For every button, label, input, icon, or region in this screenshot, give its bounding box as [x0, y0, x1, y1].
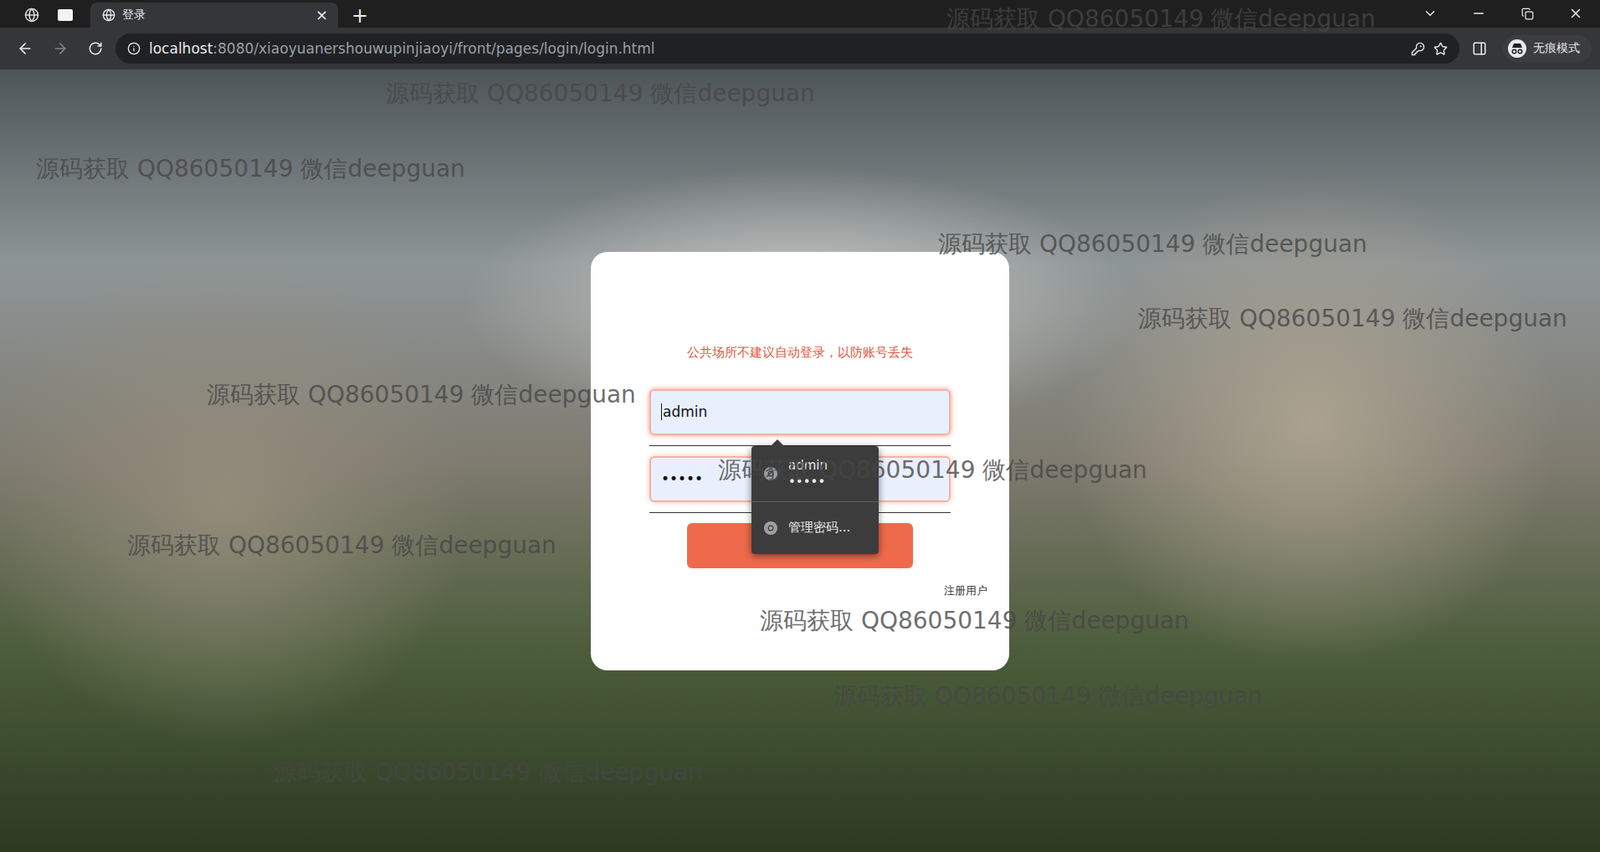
tab-search-button[interactable] [1405, 0, 1455, 26]
watermark: 源码获取 QQ86050149 微信deepguan [938, 230, 1368, 259]
watermark: 源码获取 QQ86050149 微信deepguan [1138, 304, 1568, 334]
tab-label: 登录 [122, 7, 309, 23]
autofill-entry[interactable]: admin••••• [751, 446, 879, 503]
side-panel-button[interactable] [1464, 33, 1495, 64]
back-button[interactable] [10, 33, 41, 64]
manage-passwords[interactable]: 管理密码... [751, 502, 879, 554]
chevron-down-icon [1422, 5, 1438, 21]
page-icon [57, 9, 73, 21]
popup-arrow [769, 439, 785, 447]
tab-strip: 登录 × + [0, 0, 1600, 28]
text-caret [661, 403, 662, 421]
reload-icon [87, 41, 103, 57]
toolbar: localhost:8080/xiaoyuanershouwupinjiaoyi… [0, 27, 1600, 70]
url: localhost:8080/xiaoyuanershouwupinjiaoyi… [148, 40, 1403, 57]
globe-icon [102, 8, 116, 22]
autofill-username: admin [788, 457, 828, 473]
watermark: 源码获取 QQ86050149 微信deepguan [127, 531, 557, 560]
restore-icon [1521, 7, 1534, 21]
key-icon[interactable] [1410, 41, 1426, 57]
close-icon [1568, 5, 1584, 21]
login-notice: 公共场所不建议自动登录，以防账号丢失 [687, 343, 913, 361]
incognito-icon [1507, 39, 1527, 58]
pinned-tab[interactable] [48, 2, 83, 28]
new-tab-button[interactable]: + [351, 5, 369, 26]
browser-window: 登录 × + localhost:8080/xiaoyuanershouwupinji… [0, 0, 1600, 852]
watermark: 源码获取 QQ86050149 微信deepguan [206, 380, 636, 410]
watermark: 源码获取 QQ86050149 微信deepguan [717, 456, 1148, 485]
key-account-icon [763, 466, 779, 482]
side-panel-icon [1471, 41, 1488, 57]
minimize-button[interactable] [1454, 0, 1503, 26]
browser-tab[interactable]: 登录 × [90, 2, 339, 28]
username-row: admin [649, 389, 951, 447]
watermark: 源码获取 QQ86050149 微信deepguan [946, 5, 1376, 34]
autofill-popup: admin••••• 管理密码... [751, 446, 879, 554]
arrow-right-icon [51, 40, 69, 57]
restore-button[interactable] [1502, 0, 1552, 26]
register-link[interactable]: 注册用户 [943, 583, 988, 599]
star-icon[interactable] [1433, 41, 1448, 57]
incognito-profile[interactable]: 无痕模式 [1502, 35, 1592, 62]
address-bar[interactable]: localhost:8080/xiaoyuanershouwupinjiaoyi… [115, 33, 1460, 64]
chrome-icon [763, 520, 779, 536]
username-input[interactable]: admin [649, 389, 951, 436]
forward-button[interactable] [45, 33, 76, 64]
watermark: 源码获取 QQ86050149 微信deepguan [35, 154, 466, 184]
watermark: 源码获取 QQ86050149 微信deepguan [273, 758, 703, 787]
pinned-tab[interactable] [15, 2, 49, 28]
profile-label: 无痕模式 [1533, 41, 1580, 57]
info-icon [127, 41, 141, 56]
manage-label: 管理密码... [788, 519, 851, 536]
login-card: 公共场所不建议自动登录，以防账号丢失admin•••••注册用户admin•••… [590, 251, 1010, 671]
page: 公共场所不建议自动登录，以防账号丢失admin•••••注册用户admin•••… [0, 69, 1600, 852]
watermark: 源码获取 QQ86050149 微信deepguan [759, 606, 1190, 636]
close-button[interactable] [1551, 0, 1600, 26]
minimize-icon [1471, 5, 1487, 21]
autofill-texts: admin••••• [788, 457, 828, 490]
reload-button[interactable] [80, 33, 111, 64]
watermark: 源码获取 QQ86050149 微信deepguan [833, 682, 1263, 711]
autofill-password: ••••• [788, 474, 828, 490]
tab-close-button[interactable]: × [315, 7, 329, 23]
globe-icon [24, 7, 40, 23]
arrow-left-icon [16, 40, 34, 57]
url-host: localhost [148, 40, 213, 57]
watermark: 源码获取 QQ86050149 微信deepguan [385, 79, 816, 108]
